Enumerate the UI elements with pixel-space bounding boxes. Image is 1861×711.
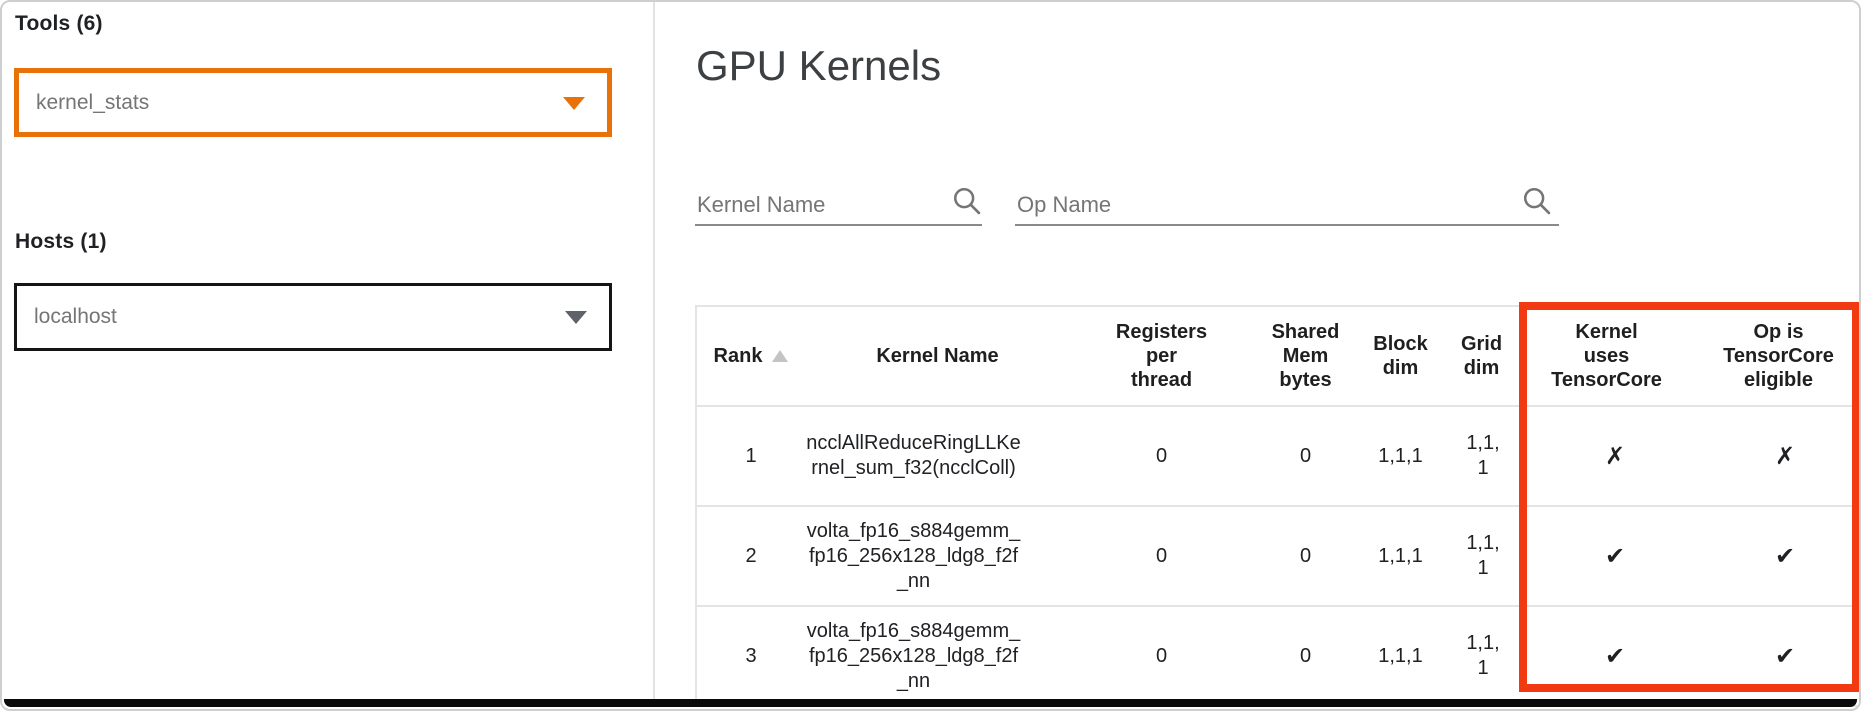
block-dim-cell: 1,1,1 <box>1358 406 1443 506</box>
kernel-name-cell: volta_fp16_s884gemm_fp16_256x128_ldg8_f2… <box>805 606 1070 706</box>
tensorcore-eligible-check-icon: ✔ <box>1693 506 1861 606</box>
column-header-rank[interactable]: Rank <box>696 306 805 406</box>
grid-dim-cell: 1,1,1 <box>1443 406 1520 506</box>
column-header-op-is-tensorcore-eligible[interactable]: Op is TensorCore eligible <box>1693 306 1861 406</box>
hosts-select[interactable]: localhost <box>14 283 612 351</box>
rank-cell: 1 <box>696 406 805 506</box>
registers-cell: 0 <box>1070 406 1253 506</box>
uses-tensorcore-cross-icon: ✗ <box>1520 406 1693 506</box>
uses-tensorcore-check-icon: ✔ <box>1520 506 1693 606</box>
profiler-screen: Tools (6) kernel_stats Hosts (1) localho… <box>0 0 1861 711</box>
block-dim-cell: 1,1,1 <box>1358 506 1443 606</box>
column-header-registers-per-thread[interactable]: Registers per thread <box>1070 306 1253 406</box>
table-row: 2 volta_fp16_s884gemm_fp16_256x128_ldg8_… <box>696 506 1861 606</box>
op-name-filter <box>1015 164 1559 226</box>
tools-select-value: kernel_stats <box>19 91 149 115</box>
rank-cell: 2 <box>696 506 805 606</box>
table-header-row: Rank Kernel Name Registers per thread Sh… <box>696 306 1861 406</box>
hosts-label: Hosts (1) <box>15 230 107 254</box>
shared-mem-cell: 0 <box>1253 406 1358 506</box>
shared-mem-cell: 0 <box>1253 506 1358 606</box>
shared-mem-cell: 0 <box>1253 606 1358 706</box>
grid-dim-cell: 1,1,1 <box>1443 606 1520 706</box>
kernel-name-cell: ncclAllReduceRingLLKernel_sum_f32(ncclCo… <box>805 406 1070 506</box>
tensorcore-eligible-check-icon: ✔ <box>1693 606 1861 706</box>
kernel-stats-table: Rank Kernel Name Registers per thread Sh… <box>695 305 1861 707</box>
tools-select[interactable]: kernel_stats <box>14 68 612 137</box>
registers-cell: 0 <box>1070 606 1253 706</box>
kernel-name-input[interactable] <box>697 192 927 218</box>
column-header-shared-mem-bytes[interactable]: Shared Mem bytes <box>1253 306 1358 406</box>
grid-dim-cell: 1,1,1 <box>1443 506 1520 606</box>
table-row: 1 ncclAllReduceRingLLKernel_sum_f32(nccl… <box>696 406 1861 506</box>
column-header-grid-dim[interactable]: Grid dim <box>1443 306 1520 406</box>
chevron-down-icon[interactable] <box>565 311 587 324</box>
op-name-input[interactable] <box>1017 192 1452 218</box>
kernel-name-filter <box>695 164 982 226</box>
block-dim-cell: 1,1,1 <box>1358 606 1443 706</box>
tools-label: Tools (6) <box>15 12 103 36</box>
search-icon <box>1520 184 1554 218</box>
tensorcore-eligible-cross-icon: ✗ <box>1693 406 1861 506</box>
chevron-down-icon[interactable] <box>563 97 585 110</box>
column-header-kernel-uses-tensorcore[interactable]: Kernel uses TensorCore <box>1520 306 1693 406</box>
column-header-kernel-name[interactable]: Kernel Name <box>805 306 1070 406</box>
uses-tensorcore-check-icon: ✔ <box>1520 606 1693 706</box>
search-icon <box>950 184 984 218</box>
hosts-select-value: localhost <box>17 305 117 329</box>
table-row: 3 volta_fp16_s884gemm_fp16_256x128_ldg8_… <box>696 606 1861 706</box>
column-header-block-dim[interactable]: Block dim <box>1358 306 1443 406</box>
kernel-name-cell: volta_fp16_s884gemm_fp16_256x128_ldg8_f2… <box>805 506 1070 606</box>
bottom-bar <box>4 699 1857 707</box>
sidebar-divider <box>653 2 655 700</box>
sort-ascending-icon <box>772 350 788 362</box>
registers-cell: 0 <box>1070 506 1253 606</box>
page-title: GPU Kernels <box>696 42 941 90</box>
rank-cell: 3 <box>696 606 805 706</box>
